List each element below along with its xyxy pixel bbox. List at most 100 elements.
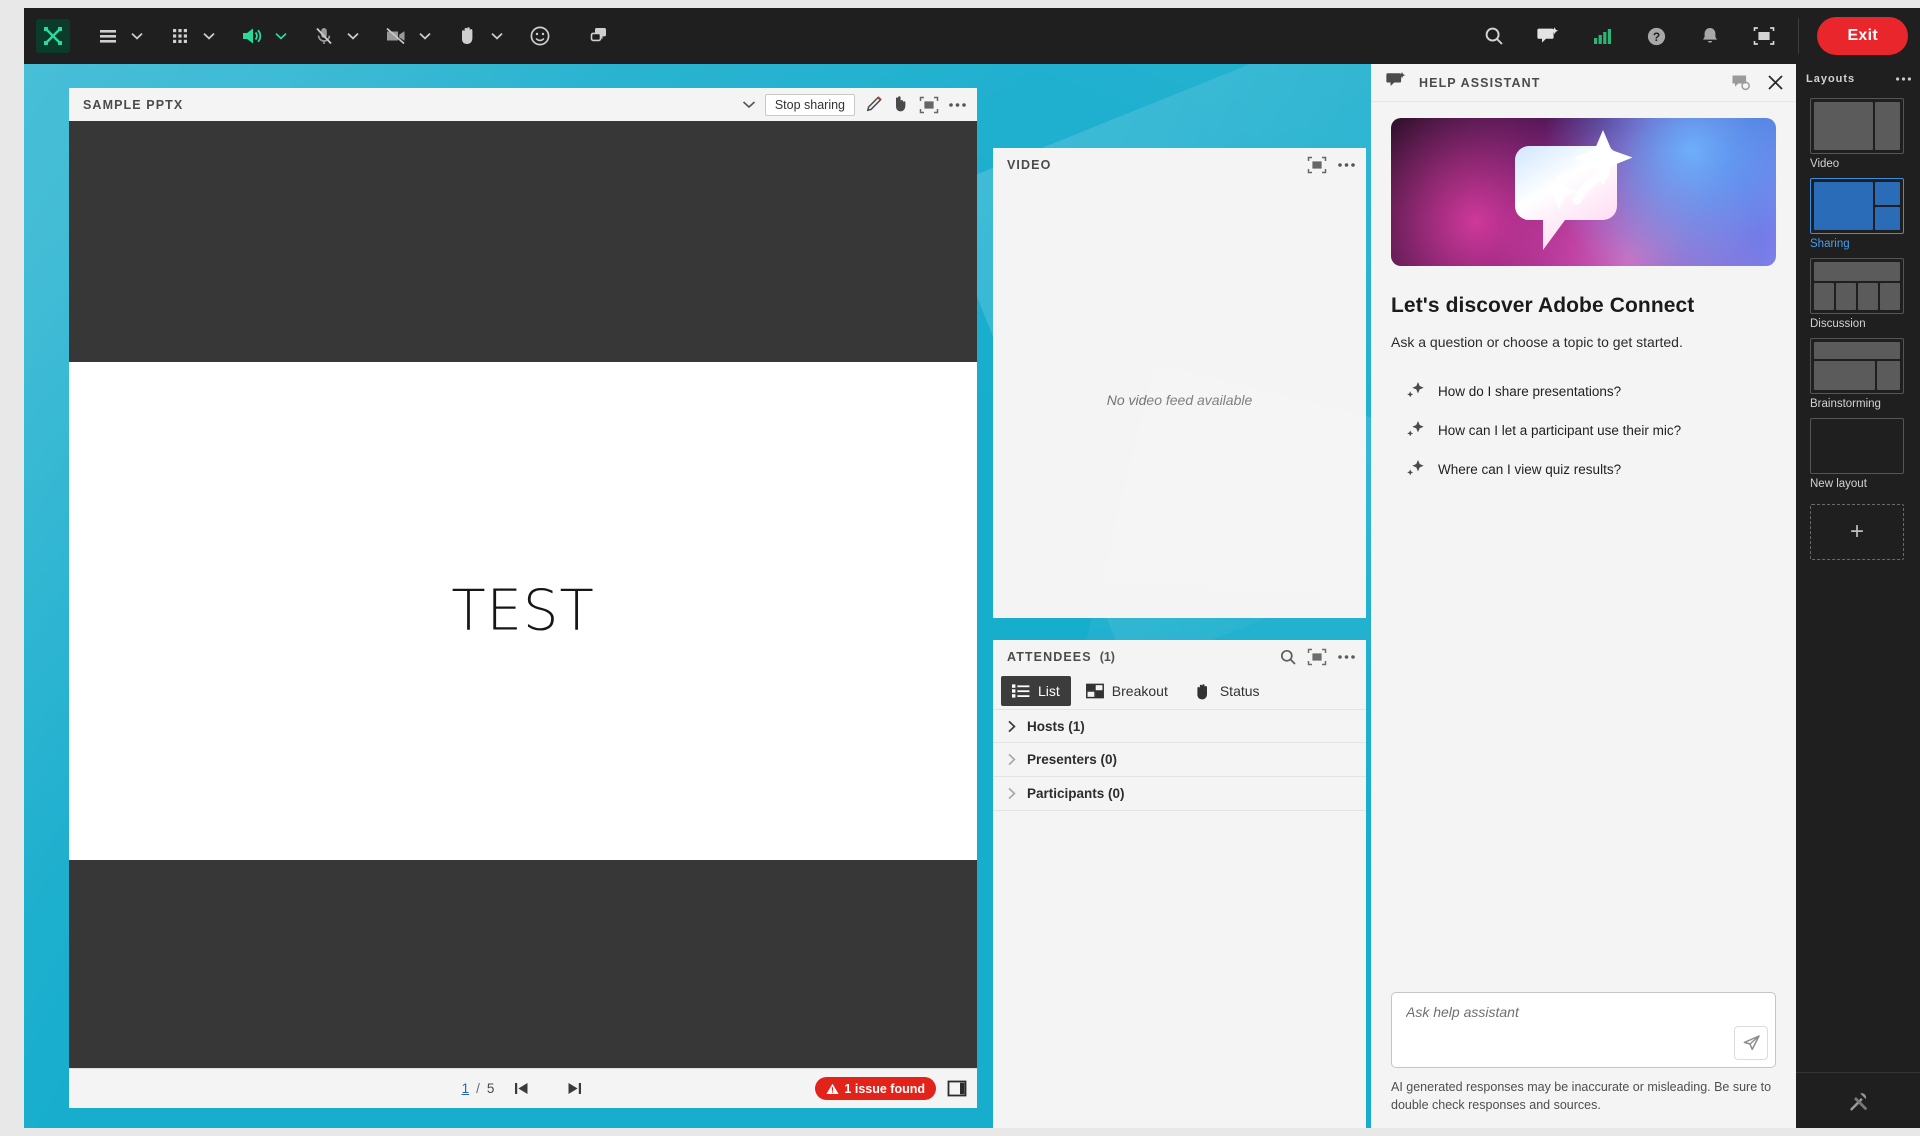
attendees-count: (1) xyxy=(1099,649,1115,664)
add-layout-button[interactable]: + xyxy=(1810,504,1904,560)
next-slide-button[interactable] xyxy=(565,1080,584,1097)
previous-slide-button[interactable] xyxy=(512,1080,531,1097)
help-assistant-header-icon xyxy=(1385,70,1407,95)
speaker-button[interactable] xyxy=(232,16,272,56)
help-button[interactable]: ? xyxy=(1636,16,1676,56)
help-topic-item[interactable]: How can I let a participant use their mi… xyxy=(1391,411,1776,450)
pencil-icon[interactable] xyxy=(864,95,883,114)
help-topic-item[interactable]: Where can I view quiz results? xyxy=(1391,450,1776,489)
camera-chevron-down-icon[interactable] xyxy=(416,16,434,56)
hamburger-icon xyxy=(100,30,116,43)
slide-sidebar-toggle-icon[interactable] xyxy=(947,1080,967,1097)
layout-item-video[interactable]: Video xyxy=(1796,98,1920,178)
current-page-number[interactable]: 1 xyxy=(462,1081,470,1096)
layout-item-new-layout[interactable]: New layout xyxy=(1796,418,1920,498)
adobe-connect-meeting-window: ? Exit Sample pptx xyxy=(0,0,1920,1136)
help-topic-label: Where can I view quiz results? xyxy=(1438,462,1622,477)
layouts-panel: Layouts Video Sharing Discussion Brainst… xyxy=(1796,64,1920,1128)
search-button[interactable] xyxy=(1474,16,1514,56)
layout-thumbnail xyxy=(1810,418,1904,474)
ai-speech-bubble-stars-icon xyxy=(1514,130,1632,250)
attendees-search-icon[interactable] xyxy=(1279,648,1297,666)
attendee-group-presenters[interactable]: Presenters (0) xyxy=(993,743,1366,777)
chat-button[interactable] xyxy=(580,16,620,56)
raise-hand-chevron-down-icon[interactable] xyxy=(488,16,506,56)
layouts-more-options-icon[interactable] xyxy=(1895,76,1912,82)
total-pages: 5 xyxy=(486,1081,495,1096)
reactions-button[interactable] xyxy=(520,16,560,56)
layout-item-discussion[interactable]: Discussion xyxy=(1796,258,1920,338)
fullscreen-button[interactable] xyxy=(1744,16,1784,56)
attendee-group-participants[interactable]: Participants (0) xyxy=(993,777,1366,811)
help-assistant-topic-list: How do I share presentations? How can I … xyxy=(1391,372,1776,489)
issue-badge[interactable]: 1 issue found xyxy=(815,1077,936,1100)
slide-nav-right-group: 1 issue found xyxy=(815,1077,967,1100)
help-assistant-title: Help Assistant xyxy=(1419,75,1541,90)
help-assistant-header: Help Assistant xyxy=(1371,64,1796,102)
attendees-group-list: Hosts (1) Presenters (0) Participants (0… xyxy=(993,709,1366,1128)
attendee-group-hosts[interactable]: Hosts (1) xyxy=(993,709,1366,743)
chevron-right-icon xyxy=(1008,753,1016,766)
attendees-pod-actions xyxy=(1279,648,1356,666)
hammer-wrench-icon xyxy=(1850,1092,1867,1111)
reactions-group xyxy=(520,16,560,56)
layout-thumbnail xyxy=(1810,338,1904,394)
speaker-chevron-down-icon[interactable] xyxy=(272,16,290,56)
tab-list-label: List xyxy=(1038,683,1060,699)
help-assistant-input[interactable] xyxy=(1406,1003,1761,1020)
microphone-chevron-down-icon[interactable] xyxy=(344,16,362,56)
ai-chat-sparkle-icon xyxy=(1537,27,1559,43)
video-fullscreen-icon[interactable] xyxy=(1307,156,1327,174)
help-assistant-button[interactable] xyxy=(1528,16,1568,56)
grid-apps-icon xyxy=(173,29,187,43)
microphone-group xyxy=(304,16,362,56)
layout-item-sharing[interactable]: Sharing xyxy=(1796,178,1920,258)
camera-button[interactable] xyxy=(376,16,416,56)
status-raised-hand-icon xyxy=(1197,683,1207,699)
page-separator: / xyxy=(476,1081,480,1096)
tab-status[interactable]: Status xyxy=(1183,676,1271,706)
microphone-button[interactable] xyxy=(304,16,344,56)
notifications-button[interactable] xyxy=(1690,16,1730,56)
layout-item-brainstorming[interactable]: Brainstorming xyxy=(1796,338,1920,418)
attendees-pod-title: Attendees xyxy=(1007,649,1092,664)
tab-list[interactable]: List xyxy=(1001,676,1071,706)
attendees-fullscreen-icon[interactable] xyxy=(1307,648,1327,666)
raise-hand-button[interactable] xyxy=(448,16,488,56)
tab-breakout[interactable]: Breakout xyxy=(1075,676,1179,706)
svg-text:?: ? xyxy=(1653,30,1660,44)
share-pod-more-options-icon[interactable] xyxy=(948,102,967,108)
tab-breakout-label: Breakout xyxy=(1111,683,1168,699)
top-toolbar: ? Exit xyxy=(24,8,1920,64)
slide-canvas[interactable]: TEST xyxy=(69,121,977,1068)
menu-button[interactable] xyxy=(88,16,128,56)
pointer-hand-icon[interactable] xyxy=(892,95,910,114)
send-message-button[interactable] xyxy=(1734,1025,1768,1060)
apps-button[interactable] xyxy=(160,16,200,56)
slide-content-area: TEST xyxy=(69,362,977,860)
toolbar-right-group: ? Exit xyxy=(1474,16,1908,56)
attendees-pod-more-options-icon[interactable] xyxy=(1337,654,1356,660)
fullscreen-icon xyxy=(1754,27,1775,45)
attendee-group-label: Participants (0) xyxy=(1027,786,1125,801)
video-pod-actions xyxy=(1307,156,1356,174)
layouts-tools-button[interactable] xyxy=(1796,1072,1920,1128)
menu-chevron-down-icon[interactable] xyxy=(128,16,146,56)
help-topic-item[interactable]: How do I share presentations? xyxy=(1391,372,1776,411)
help-assistant-header-actions xyxy=(1731,74,1784,91)
share-fullscreen-icon[interactable] xyxy=(919,96,939,114)
chat-history-icon[interactable] xyxy=(1731,74,1751,91)
adobe-connect-logo[interactable] xyxy=(36,19,70,53)
connection-status-button[interactable] xyxy=(1582,16,1622,56)
layout-label: Discussion xyxy=(1810,318,1866,330)
layout-thumbnail xyxy=(1810,258,1904,314)
apps-chevron-down-icon[interactable] xyxy=(200,16,218,56)
question-circle-icon: ? xyxy=(1647,27,1666,45)
layouts-header: Layouts xyxy=(1796,64,1920,94)
video-pod-more-options-icon[interactable] xyxy=(1337,162,1356,168)
close-icon[interactable] xyxy=(1767,74,1784,91)
exit-button[interactable]: Exit xyxy=(1817,17,1908,55)
help-assistant-input-wrapper xyxy=(1391,991,1776,1068)
stop-sharing-button[interactable]: Stop sharing xyxy=(764,93,855,116)
share-title-chevron-down-icon[interactable] xyxy=(742,100,756,109)
